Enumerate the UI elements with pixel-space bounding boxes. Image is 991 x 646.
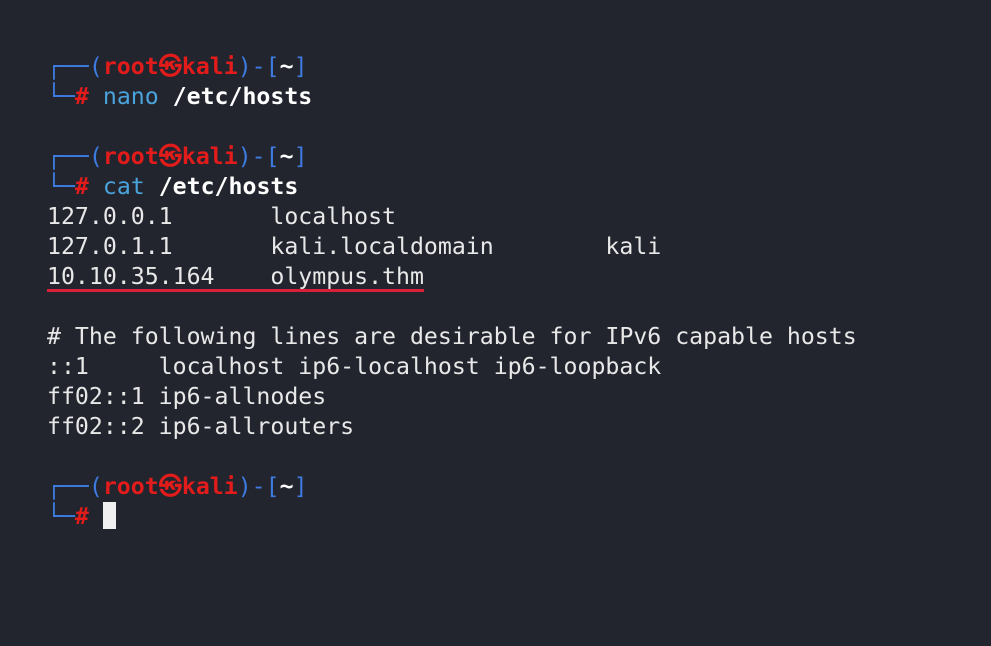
prompt-user: root (102, 473, 159, 500)
prompt-line: ┌──(root㉿kali)-[~] (47, 53, 308, 80)
prompt-host: kali (181, 53, 238, 80)
command-line: └─# nano /etc/hosts (47, 83, 313, 110)
output-line: # The following lines are desirable for … (47, 323, 857, 350)
prompt-symbol: # (74, 173, 89, 200)
output-line-highlighted: 10.10.35.164 olympus.thm (47, 262, 857, 292)
command: cat (102, 173, 145, 200)
prompt-dir: ~ (279, 53, 294, 80)
command: nano (102, 83, 159, 110)
command-arg: /etc/hosts (158, 173, 299, 200)
prompt-sep: ㉿ (158, 143, 182, 170)
highlighted-hosts-entry: 10.10.35.164 olympus.thm (47, 263, 424, 292)
output-line: ff02::2 ip6-allrouters (47, 413, 355, 440)
cursor (102, 502, 116, 529)
prompt-host: kali (181, 473, 238, 500)
prompt-line: ┌──(root㉿kali)-[~] (47, 143, 308, 170)
terminal[interactable]: ┌──(root㉿kali)-[~] └─# nano /etc/hosts ┌… (47, 52, 857, 532)
prompt-dir: ~ (279, 143, 294, 170)
prompt-line: ┌──(root㉿kali)-[~] (47, 473, 308, 500)
prompt-host: kali (181, 143, 238, 170)
prompt-sep: ㉿ (158, 473, 182, 500)
output-line: 127.0.0.1 localhost (47, 203, 397, 230)
prompt-symbol: # (74, 503, 89, 530)
output-line: ::1 localhost ip6-localhost ip6-loopback (47, 353, 662, 380)
prompt-dir: ~ (279, 473, 294, 500)
command-line[interactable]: └─# (47, 502, 857, 532)
command-arg: /etc/hosts (172, 83, 313, 110)
prompt-symbol: # (74, 83, 89, 110)
command-line: └─# cat /etc/hosts (47, 173, 299, 200)
prompt-sep: ㉿ (158, 53, 182, 80)
prompt-user: root (102, 53, 159, 80)
prompt-user: root (102, 143, 159, 170)
output-line: 127.0.1.1 kali.localdomain kali (47, 233, 662, 260)
output-line: ff02::1 ip6-allnodes (47, 383, 327, 410)
